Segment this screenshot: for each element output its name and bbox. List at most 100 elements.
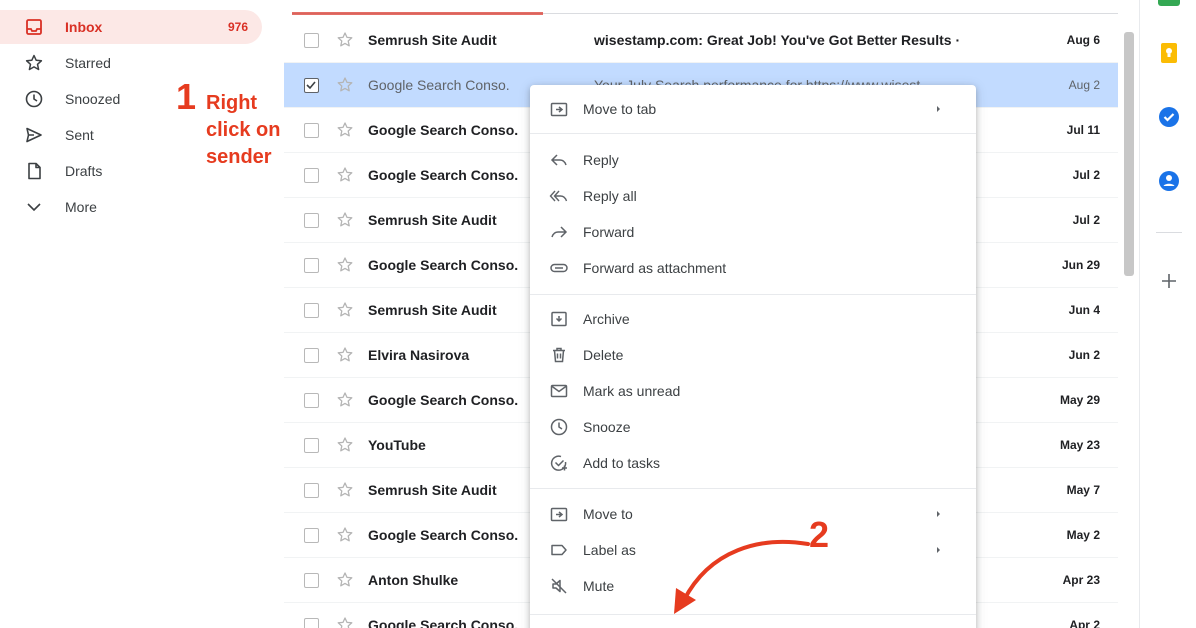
move-to-tab-icon bbox=[550, 102, 568, 117]
row-checkbox[interactable] bbox=[304, 78, 319, 93]
reply-icon bbox=[550, 154, 567, 166]
row-checkbox[interactable] bbox=[304, 213, 319, 228]
email-date: Jun 29 bbox=[1061, 258, 1100, 272]
row-checkbox[interactable] bbox=[304, 528, 319, 543]
email-sender[interactable]: Elvira Nasirova bbox=[368, 347, 528, 363]
scrollbar[interactable] bbox=[1124, 32, 1134, 276]
email-sender[interactable]: Google Search Conso. bbox=[368, 77, 528, 93]
menu-item-mark-as-unread[interactable]: Mark as unread bbox=[530, 373, 976, 409]
email-sender[interactable]: Semrush Site Audit bbox=[368, 302, 528, 318]
menu-item-archive[interactable]: Archive bbox=[530, 301, 976, 337]
menu-item-label: Forward as attachment bbox=[583, 260, 727, 276]
email-row[interactable]: Semrush Site Audit wisestamp.com: Great J… bbox=[284, 18, 1118, 63]
star-icon[interactable] bbox=[335, 75, 355, 95]
row-checkbox[interactable] bbox=[304, 618, 319, 628]
email-date: May 23 bbox=[1059, 438, 1100, 452]
star-icon[interactable] bbox=[335, 120, 355, 140]
email-date: Aug 6 bbox=[1066, 33, 1100, 47]
email-date: May 29 bbox=[1059, 393, 1100, 407]
submenu-arrow-icon bbox=[937, 547, 940, 553]
tasks-icon[interactable] bbox=[1158, 106, 1180, 128]
menu-divider bbox=[530, 294, 976, 295]
draft-icon bbox=[28, 162, 41, 180]
email-sender[interactable]: Google Search Conso. bbox=[368, 257, 528, 273]
star-icon[interactable] bbox=[335, 255, 355, 275]
inbox-count-badge: 976 bbox=[227, 20, 248, 34]
chevron-down-icon bbox=[27, 203, 41, 212]
menu-item-label: Add to tasks bbox=[583, 455, 661, 471]
row-checkbox[interactable] bbox=[304, 168, 319, 183]
star-icon[interactable] bbox=[335, 300, 355, 320]
row-checkbox[interactable] bbox=[304, 303, 319, 318]
email-date: Jul 2 bbox=[1072, 213, 1100, 227]
star-icon[interactable] bbox=[335, 480, 355, 500]
star-icon[interactable] bbox=[335, 615, 355, 628]
inbox-icon bbox=[26, 19, 42, 35]
menu-item-label: Move to bbox=[583, 506, 633, 522]
row-checkbox[interactable] bbox=[304, 438, 319, 453]
email-sender[interactable]: Google Search Conso. bbox=[368, 617, 528, 628]
star-icon[interactable] bbox=[335, 30, 355, 50]
sidebar-item-more[interactable]: More bbox=[0, 190, 262, 224]
menu-item-reply[interactable]: Reply bbox=[530, 142, 976, 178]
star-icon[interactable] bbox=[335, 210, 355, 230]
email-sender[interactable]: Semrush Site Audit bbox=[368, 212, 528, 228]
row-checkbox[interactable] bbox=[304, 393, 319, 408]
row-checkbox[interactable] bbox=[304, 258, 319, 273]
email-sender[interactable]: YouTube bbox=[368, 437, 528, 453]
row-checkbox[interactable] bbox=[304, 483, 319, 498]
star-icon[interactable] bbox=[335, 570, 355, 590]
menu-item-forward-as-attachment[interactable]: Forward as attachment bbox=[530, 250, 976, 286]
menu-item-label: Forward bbox=[583, 224, 635, 240]
annotation-arrow bbox=[674, 539, 810, 614]
add-icon[interactable] bbox=[1158, 270, 1180, 292]
star-icon[interactable] bbox=[335, 525, 355, 545]
row-checkbox[interactable] bbox=[304, 33, 319, 48]
menu-item-add-to-tasks[interactable]: Add to tasks bbox=[530, 445, 976, 481]
calendar-icon-partial[interactable] bbox=[1158, 0, 1180, 6]
star-icon bbox=[25, 54, 43, 71]
menu-item-snooze[interactable]: Snooze bbox=[530, 409, 976, 445]
email-sender[interactable]: Google Search Conso. bbox=[368, 122, 528, 138]
email-sender[interactable]: Google Search Conso. bbox=[368, 527, 528, 543]
forward-icon bbox=[551, 226, 568, 238]
menu-item-label: Snooze bbox=[583, 419, 631, 435]
sidebar-item-label: Snoozed bbox=[65, 91, 121, 107]
add-task-icon bbox=[550, 455, 567, 471]
menu-item-label: Mute bbox=[583, 578, 615, 594]
checkmark-icon bbox=[306, 81, 316, 90]
email-sender[interactable]: Anton Shulke bbox=[368, 572, 528, 588]
menu-item-label: Move to tab bbox=[583, 101, 657, 117]
annotation-step-number: 2 bbox=[809, 514, 830, 555]
email-date: Jun 2 bbox=[1068, 348, 1100, 362]
star-icon[interactable] bbox=[335, 390, 355, 410]
menu-item-reply-all[interactable]: Reply all bbox=[530, 178, 976, 214]
sidebar-item-starred[interactable]: Starred bbox=[0, 46, 262, 80]
star-icon[interactable] bbox=[335, 435, 355, 455]
row-checkbox[interactable] bbox=[304, 573, 319, 588]
email-date: Jul 2 bbox=[1072, 168, 1100, 182]
star-icon[interactable] bbox=[335, 165, 355, 185]
email-sender[interactable]: Semrush Site Audit bbox=[368, 482, 528, 498]
archive-icon bbox=[551, 311, 567, 327]
email-sender[interactable]: Google Search Conso. bbox=[368, 167, 528, 183]
mail-icon bbox=[550, 384, 568, 398]
menu-item-forward[interactable]: Forward bbox=[530, 214, 976, 250]
keep-icon[interactable] bbox=[1158, 42, 1180, 64]
rail-divider bbox=[1156, 232, 1182, 233]
annotation-step-text: Right click on sender bbox=[206, 92, 281, 168]
row-checkbox[interactable] bbox=[304, 348, 319, 363]
email-sender[interactable]: Semrush Site Audit bbox=[368, 32, 528, 48]
menu-item-move-to[interactable]: Move to bbox=[530, 496, 976, 532]
email-sender[interactable]: Google Search Conso. bbox=[368, 392, 528, 408]
star-icon[interactable] bbox=[335, 345, 355, 365]
sidebar-item-inbox[interactable]: Inbox 976 bbox=[0, 10, 262, 44]
sidebar-item-label: Inbox bbox=[65, 19, 103, 35]
sidebar-item-label: Starred bbox=[65, 55, 111, 71]
row-checkbox[interactable] bbox=[304, 123, 319, 138]
menu-item-delete[interactable]: Delete bbox=[530, 337, 976, 373]
contacts-icon[interactable] bbox=[1158, 170, 1180, 192]
menu-item-move-to-tab[interactable]: Move to tab bbox=[530, 91, 976, 127]
menu-item-label: Delete bbox=[583, 347, 624, 363]
email-date: May 7 bbox=[1066, 483, 1100, 497]
